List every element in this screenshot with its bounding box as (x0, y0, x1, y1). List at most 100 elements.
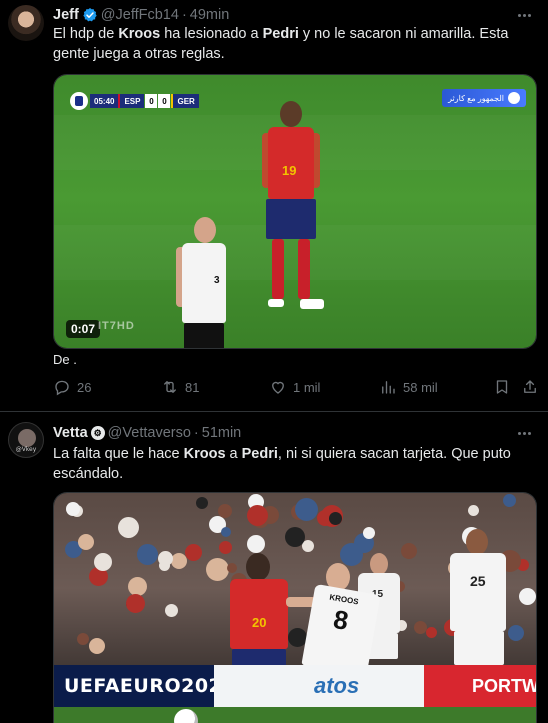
automated-badge-icon: ⚙ (90, 426, 105, 440)
score-home: 0 (145, 94, 158, 108)
channel-badge: الجمهور مع كارثر (442, 89, 526, 107)
crowd-spectator (426, 627, 437, 638)
match-clock: 05:40 (90, 94, 119, 108)
crowd-spectator (503, 494, 516, 507)
like-count: 1 mil (293, 379, 321, 395)
crowd-spectator (185, 544, 202, 561)
crowd-spectator (78, 534, 94, 550)
avatar[interactable] (8, 5, 44, 41)
crowd-spectator (137, 544, 158, 565)
shirt-number: 19 (282, 163, 297, 178)
tweet-video[interactable]: 05:40 ESP 0 0 GER الجمهور مع كارثر 19 3 … (53, 74, 537, 349)
crowd-spectator (94, 553, 112, 571)
crowd-spectator (158, 551, 173, 566)
team-home: ESP (118, 94, 145, 108)
video-watermark: IT7HD (98, 320, 135, 332)
crowd-spectator (165, 604, 178, 617)
crowd-spectator (77, 633, 89, 645)
tweet-jeff[interactable]: Jeff @JeffFcb14 · 49min El hdp de Kroos … (0, 0, 548, 412)
crowd-spectator (221, 527, 231, 537)
mention-bold: Pedri (241, 446, 278, 462)
repost-icon (164, 381, 176, 393)
verified-icon (83, 8, 97, 22)
mention-bold: Kroos (118, 26, 161, 42)
media-description: De . (53, 352, 77, 367)
like-button[interactable]: 1 mil (269, 378, 320, 396)
more-icon[interactable] (514, 424, 534, 442)
crowd-spectator (247, 535, 265, 553)
author-name[interactable]: Vetta (53, 424, 88, 442)
crowd-spectator (118, 517, 139, 538)
crowd-spectator (295, 498, 318, 521)
crowd-spectator (196, 497, 208, 509)
advertising-board: UEFAEURO2024 atos PORTWET (54, 665, 536, 707)
bookmark-icon (496, 380, 508, 394)
tweet-time[interactable]: 51min (202, 424, 242, 442)
repost-button[interactable]: 81 (161, 378, 199, 396)
more-icon[interactable] (514, 6, 534, 24)
channel-logo-icon (508, 92, 520, 104)
repost-count: 81 (185, 379, 200, 395)
text-segment: El hdp de (53, 26, 119, 42)
crowd-spectator (519, 588, 536, 605)
tweet-actions: 26 81 1 mil 58 mil (53, 378, 536, 402)
text-segment: ha lesionado a (160, 26, 263, 42)
crowd-spectator (126, 594, 145, 613)
crowd-spectator (468, 505, 479, 516)
channel-text: الجمهور مع كارثر (448, 93, 504, 103)
views-count: 58 mil (403, 379, 438, 395)
mention-bold: Pedri (262, 26, 299, 42)
score-away: 0 (158, 94, 171, 108)
views-button[interactable]: 58 mil (379, 378, 438, 396)
text-segment: a (225, 446, 242, 462)
crowd-spectator (218, 504, 232, 518)
scorebug: 05:40 ESP 0 0 GER (70, 92, 199, 110)
crowd-spectator (329, 512, 342, 525)
views-icon (382, 381, 395, 394)
crowd-spectator (285, 527, 305, 547)
share-icon (524, 380, 536, 393)
video-timestamp: 0:07 (66, 320, 101, 338)
shirt-number: 25 (470, 573, 486, 589)
separator-dot: · (193, 425, 199, 441)
avatar-label: @Vkey (15, 446, 37, 453)
reply-count: 26 (77, 379, 92, 395)
euro-logo-icon (70, 92, 88, 110)
text-segment: La falta que le hace (53, 446, 184, 462)
pitch-grass (54, 707, 536, 723)
tweet-text: La falta que le hace Kroos a Pedri, ni s… (53, 444, 533, 484)
author-handle[interactable]: @JeffFcb14 (101, 6, 179, 24)
avatar[interactable]: @Vkey (8, 422, 44, 458)
author-handle[interactable]: @Vettaverso (108, 424, 191, 442)
tweet-vetta[interactable]: @Vkey Vetta ⚙ @Vettaverso · 51min La fal… (0, 412, 548, 723)
tweet-text: El hdp de Kroos ha lesionado a Pedri y n… (53, 24, 533, 64)
crowd-spectator (89, 638, 105, 654)
mention-bold: Kroos (183, 446, 226, 462)
like-icon (272, 381, 284, 394)
tweet-time[interactable]: 49min (190, 6, 230, 24)
share-button[interactable] (521, 378, 539, 396)
reply-icon (55, 380, 69, 396)
reply-button[interactable]: 26 (53, 378, 91, 396)
player-germany: 3 (172, 217, 234, 348)
ad-atos: atos (214, 665, 424, 707)
bookmark-button[interactable] (493, 378, 511, 396)
ad-uefa-euro: UEFAEURO2024 (64, 675, 236, 697)
player-spain: 19 (254, 99, 324, 319)
crowd-spectator (66, 502, 80, 516)
tweet-header: Jeff @JeffFcb14 · 49min (53, 6, 229, 24)
crowd-spectator (302, 540, 314, 552)
separator-dot: · (181, 7, 187, 23)
tweet-image[interactable]: 15 25 20 KROOS 8 UEFAEURO2024 atos PORTW (53, 492, 537, 723)
crowd-spectator (128, 577, 147, 596)
team-away: GER (171, 94, 199, 108)
author-name[interactable]: Jeff (53, 6, 79, 24)
ad-red-sponsor: PORTWET (424, 665, 536, 707)
tweet-header: Vetta ⚙ @Vettaverso · 51min (53, 424, 241, 442)
crowd-spectator (247, 505, 268, 526)
shirt-number: 3 (214, 275, 220, 286)
crowd-spectator (363, 527, 375, 539)
avatar-face-icon (18, 429, 36, 447)
shirt-number: 8 (331, 603, 351, 636)
shirt-number: 20 (252, 615, 267, 630)
